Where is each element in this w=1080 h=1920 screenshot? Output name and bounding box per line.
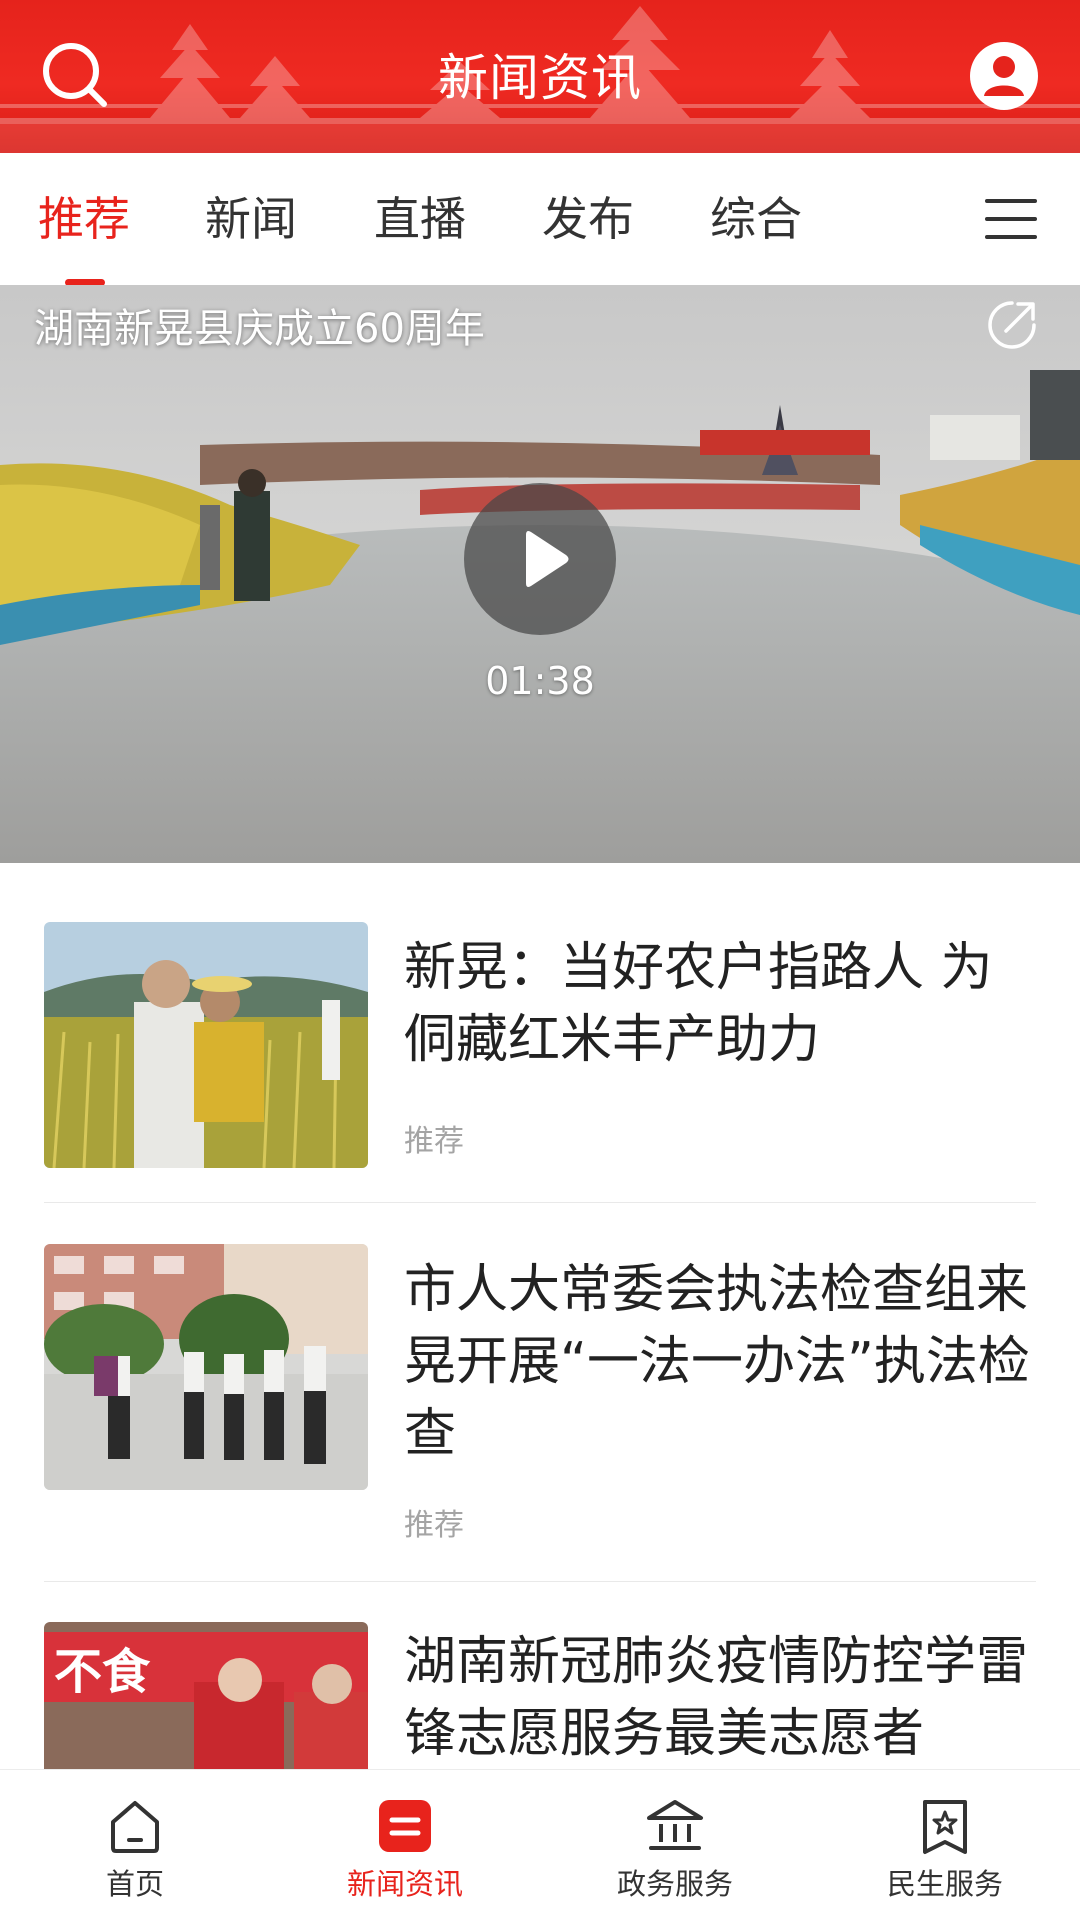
- category-tabs: 推荐 新闻 直播 发布 综合: [0, 153, 1080, 285]
- video-duration: 01:38: [485, 659, 595, 703]
- user-account-icon: [970, 42, 1038, 110]
- nav-home-label: 首页: [105, 1867, 164, 1901]
- news-icon: [379, 1800, 431, 1852]
- play-button[interactable]: [464, 483, 616, 635]
- news-item[interactable]: 市人大常委会执法检查组来晃开展“一法一办法”执法检查 推荐: [44, 1244, 1036, 1544]
- share-icon: [988, 301, 1036, 349]
- news-title: 湖南新冠肺炎疫情防控学雷锋志愿服务最美志愿者: [404, 1632, 1029, 1764]
- tab-live[interactable]: 直播: [362, 153, 478, 285]
- play-icon: [526, 531, 569, 587]
- news-title: 新晃：当好农户指路人 为侗藏红米丰产助力: [404, 938, 993, 1070]
- featured-video[interactable]: 湖南新晃县庆成立60周年 01:38: [0, 285, 1080, 863]
- tab-general[interactable]: 综合: [698, 153, 814, 285]
- nav-news[interactable]: 新闻资讯: [270, 1770, 540, 1920]
- nav-home[interactable]: 首页: [0, 1770, 270, 1920]
- news-tag: 推荐: [404, 1508, 464, 1543]
- nav-government-services[interactable]: 政务服务: [540, 1770, 810, 1920]
- svg-text:不食: 不食: [54, 1644, 151, 1700]
- video-title: 湖南新晃县庆成立60周年: [34, 306, 485, 352]
- government-building-icon: [647, 1800, 703, 1850]
- nav-public-services-label: 民生服务: [886, 1867, 1003, 1901]
- home-icon: [111, 1801, 159, 1853]
- nav-news-label: 新闻资讯: [346, 1867, 463, 1901]
- hamburger-menu-icon[interactable]: [985, 197, 1037, 241]
- bottom-navigation: 首页 新闻资讯 政务服务 民生服务: [0, 1769, 1080, 1920]
- news-item[interactable]: 新晃：当好农户指路人 为侗藏红米丰产助力 推荐: [44, 922, 1036, 1168]
- news-thumbnail: [44, 922, 368, 1168]
- nav-public-services[interactable]: 民生服务: [810, 1770, 1080, 1920]
- app-header: 新闻资讯: [0, 0, 1080, 153]
- bookmark-star-icon: [923, 1800, 967, 1854]
- share-button[interactable]: [984, 297, 1040, 353]
- news-item[interactable]: 不食 湖南新冠肺炎疫情防控学雷锋志愿服务最美志愿者: [44, 1622, 1036, 1769]
- tab-publish[interactable]: 发布: [530, 153, 646, 285]
- news-thumbnail: [44, 1244, 368, 1490]
- news-thumbnail: 不食: [44, 1622, 368, 1769]
- divider: [44, 1581, 1036, 1582]
- news-tag: 推荐: [404, 1124, 464, 1159]
- tab-recommend[interactable]: 推荐: [26, 153, 142, 285]
- tab-news[interactable]: 新闻: [193, 153, 309, 285]
- app-screen: 新闻资讯 推荐 新闻 直播 发布 综合 湖南新晃县庆成立60周年 01:38 新…: [0, 0, 1080, 1920]
- page-title: 新闻资讯: [438, 49, 642, 107]
- divider: [44, 1202, 1036, 1203]
- nav-government-services-label: 政务服务: [616, 1867, 733, 1901]
- news-title: 市人大常委会执法检查组来晃开展“一法一办法”执法检查: [404, 1260, 1030, 1464]
- account-button[interactable]: [966, 38, 1042, 114]
